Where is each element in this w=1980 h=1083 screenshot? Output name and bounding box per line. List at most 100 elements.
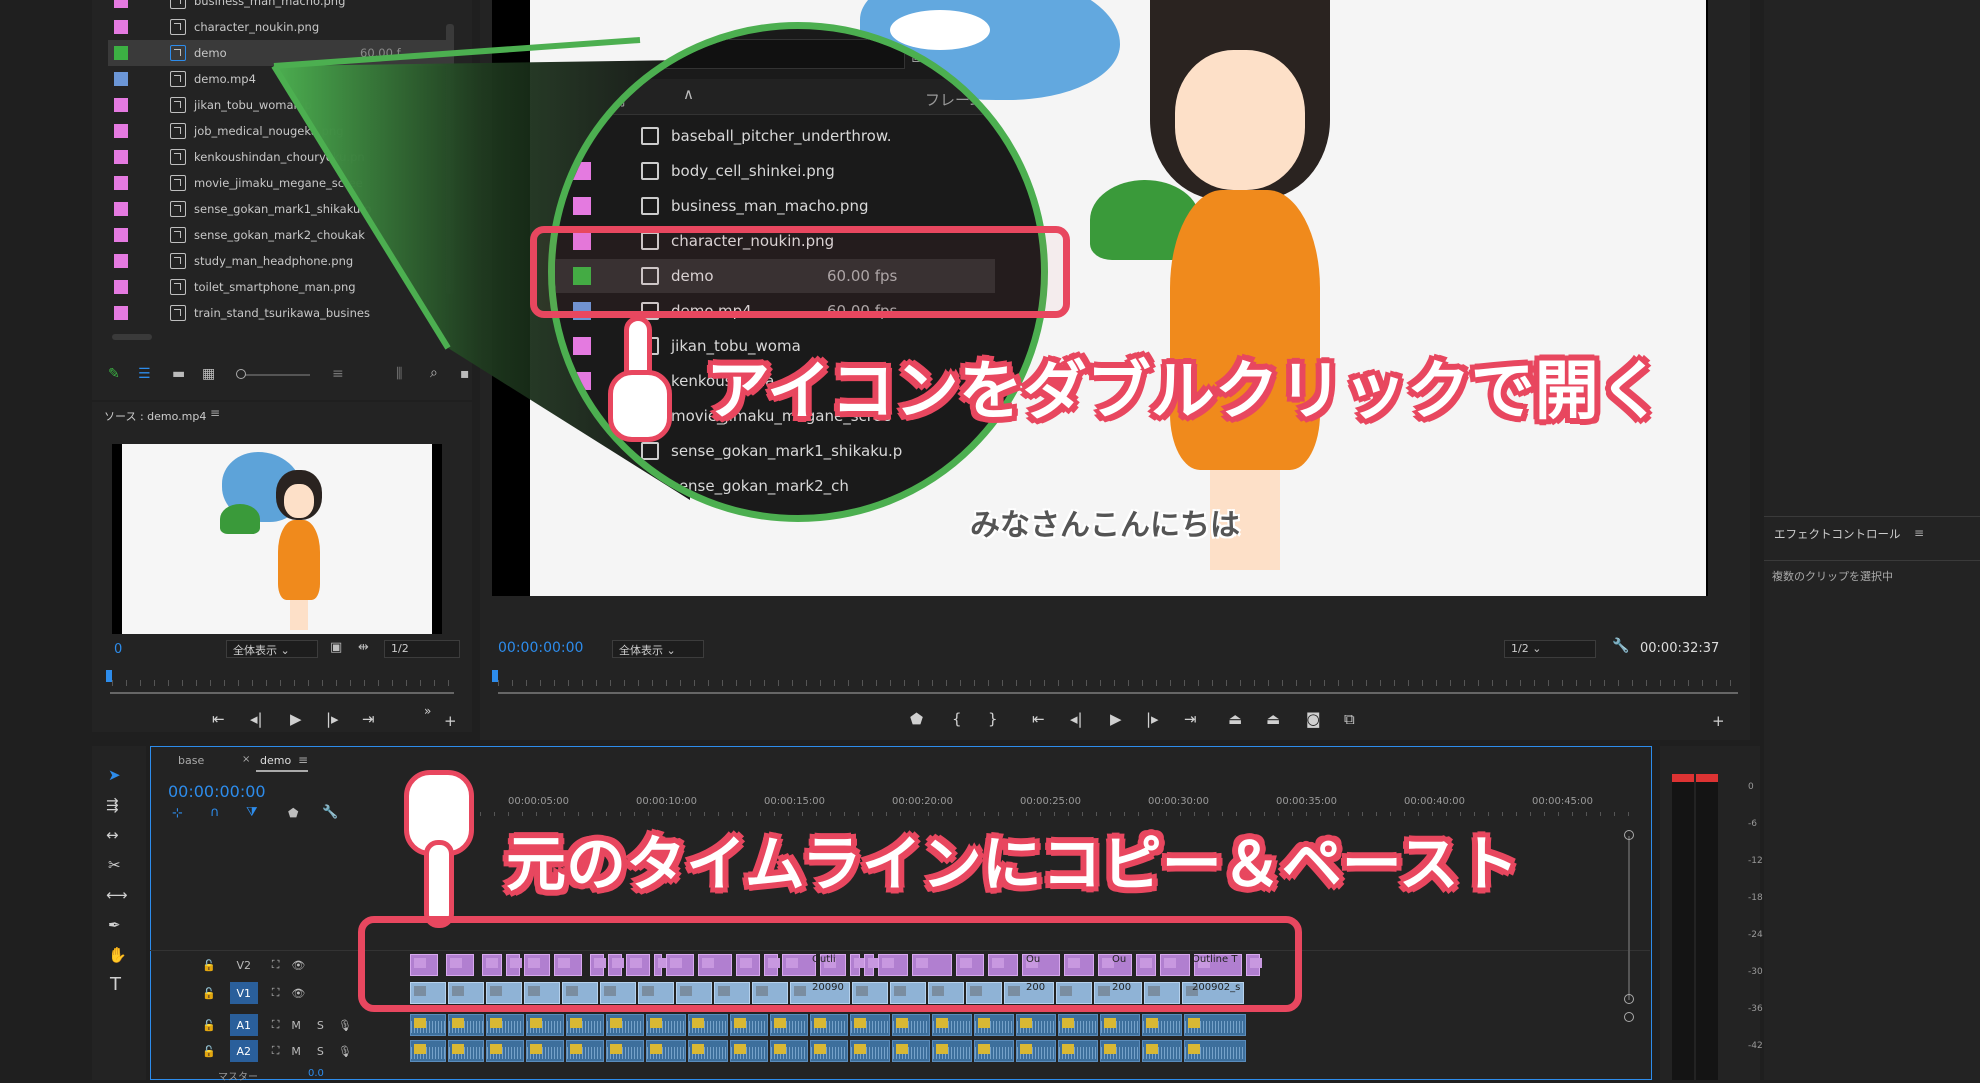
source-ruler[interactable] — [112, 680, 452, 686]
program-ruler[interactable] — [498, 680, 1738, 686]
audio-clip[interactable] — [486, 1040, 524, 1062]
source-resolution-select[interactable]: 1/2 — [384, 640, 460, 658]
export-frame-icon[interactable]: ◙ — [1306, 710, 1321, 728]
audio-clip[interactable] — [810, 1014, 848, 1036]
sync-lock-icon[interactable]: ⛶ — [272, 1018, 280, 1032]
add-marker-icon[interactable]: ⬟ — [288, 806, 298, 820]
track-a2-label[interactable]: A2 — [229, 1040, 258, 1062]
track-a2-header[interactable]: 🔓 A2 ⛶ M S 🎙 — [150, 1038, 405, 1064]
audio-clip[interactable] — [688, 1040, 728, 1062]
sync-lock-icon[interactable]: ⛶ — [272, 1044, 280, 1058]
microphone-icon[interactable]: 🎙 — [338, 1019, 352, 1032]
audio-clip[interactable] — [850, 1014, 890, 1036]
program-scrollbar[interactable] — [498, 692, 1738, 694]
label-color-swatch[interactable] — [573, 337, 591, 355]
go-to-out-icon[interactable]: ⇥ — [1184, 710, 1197, 728]
mark-out-bracket-icon[interactable]: } — [988, 710, 998, 728]
audio-clip[interactable] — [1184, 1040, 1246, 1062]
tab-base[interactable]: base — [178, 754, 204, 767]
audio-clip[interactable] — [1016, 1040, 1056, 1062]
wrench-icon[interactable]: 🔧 — [1612, 638, 1629, 654]
track-a1-header[interactable]: 🔓 A1 ⛶ M S 🎙 — [150, 1012, 405, 1038]
extract-icon[interactable]: ⏏ — [1266, 710, 1280, 728]
eye-icon[interactable]: 👁 — [291, 959, 305, 972]
mag-bin-icon[interactable]: ▣ — [911, 45, 926, 64]
audio-clip[interactable] — [892, 1014, 930, 1036]
mag-item[interactable]: body_cell_shinkei.png — [555, 154, 995, 188]
lock-icon[interactable]: 🔓 — [202, 987, 216, 1000]
audio-clip[interactable] — [892, 1040, 930, 1062]
audio-clip[interactable] — [770, 1040, 808, 1062]
hand-tool-icon[interactable]: ✋ — [108, 946, 127, 964]
audio-clip[interactable] — [526, 1040, 564, 1062]
timeline-vscroll[interactable] — [1628, 836, 1630, 1000]
program-playhead[interactable] — [492, 670, 498, 682]
pen-tool-icon[interactable]: ✒ — [108, 916, 121, 934]
audio-clip[interactable] — [448, 1040, 484, 1062]
step-back-icon[interactable]: ◂| — [1070, 710, 1083, 728]
audio-vscroll-handle[interactable] — [1624, 1012, 1634, 1022]
sync-lock-icon[interactable]: ⛶ — [272, 958, 280, 972]
audio-clip[interactable] — [770, 1014, 808, 1036]
step-back-icon[interactable]: ◂| — [250, 710, 263, 728]
mute-button[interactable]: M — [291, 1045, 301, 1058]
source-playhead[interactable] — [106, 670, 112, 682]
audio-clip[interactable] — [486, 1014, 524, 1036]
label-color-swatch[interactable] — [573, 162, 591, 180]
eye-icon[interactable]: 👁 — [291, 987, 305, 1000]
audio-clip[interactable] — [1058, 1014, 1098, 1036]
audio-clip[interactable] — [850, 1040, 890, 1062]
audio-clip[interactable] — [646, 1040, 686, 1062]
source-scrollbar[interactable] — [110, 692, 454, 694]
go-to-in-icon[interactable]: ⇤ — [1032, 710, 1045, 728]
audio-clip[interactable] — [410, 1040, 446, 1062]
nest-icon[interactable]: ⊹ — [172, 806, 183, 821]
audio-clip[interactable] — [566, 1014, 604, 1036]
add-marker-icon[interactable]: ⬟ — [910, 710, 923, 728]
master-track-value[interactable]: 0.0 — [308, 1068, 324, 1079]
audio-clip[interactable] — [974, 1014, 1014, 1036]
play-icon[interactable]: ▶ — [290, 710, 302, 728]
audio-clip[interactable] — [526, 1014, 564, 1036]
audio-clip[interactable] — [974, 1040, 1014, 1062]
razor-icon[interactable]: ✂ — [108, 856, 121, 874]
insert-icon[interactable]: ⇹ — [358, 640, 369, 655]
audio-clip[interactable] — [1142, 1040, 1182, 1062]
solo-button[interactable]: S — [317, 1019, 324, 1032]
settings-wrench-icon[interactable]: 🔧 — [322, 805, 338, 820]
audio-clip[interactable] — [448, 1014, 484, 1036]
mark-in-icon[interactable]: ⇤ — [212, 710, 225, 728]
audio-clip[interactable] — [646, 1014, 686, 1036]
label-color-swatch[interactable] — [573, 372, 591, 390]
step-forward-icon[interactable]: |▸ — [1146, 710, 1159, 728]
mag-item[interactable]: baseball_pitcher_underthrow. — [555, 119, 995, 153]
program-resolution-select[interactable]: 1/2 ⌄ — [1504, 640, 1596, 658]
add-button-icon[interactable]: + — [1712, 712, 1725, 730]
audio-clip[interactable] — [810, 1040, 848, 1062]
track-v1-label[interactable]: V1 — [229, 982, 258, 1004]
lift-icon[interactable]: ⏏ — [1228, 710, 1242, 728]
vscroll-handle-top[interactable] — [1624, 830, 1634, 840]
selection-tool-icon[interactable]: ➤ — [108, 766, 121, 784]
track-select-icon[interactable]: ⇶ — [106, 796, 119, 814]
audio-clip[interactable] — [410, 1014, 446, 1036]
lock-icon[interactable]: 🔓 — [202, 1045, 216, 1058]
snap-icon[interactable]: ∩ — [210, 805, 220, 820]
audio-clip[interactable] — [932, 1040, 972, 1062]
label-color-swatch[interactable] — [573, 442, 591, 460]
type-tool-icon[interactable]: T — [110, 974, 121, 995]
label-color-swatch[interactable] — [573, 127, 591, 145]
comparison-view-icon[interactable]: ⧉ — [1344, 710, 1355, 728]
tab-demo[interactable]: demo — [260, 754, 291, 767]
audio-clip[interactable] — [730, 1040, 768, 1062]
mute-button[interactable]: M — [291, 1019, 301, 1032]
audio-clip[interactable] — [566, 1040, 604, 1062]
mark-in-bracket-icon[interactable]: { — [952, 710, 962, 728]
solo-button[interactable]: S — [317, 1045, 324, 1058]
ripple-edit-icon[interactable]: ↔ — [106, 826, 119, 844]
label-color-swatch[interactable] — [573, 407, 591, 425]
audio-clip[interactable] — [730, 1014, 768, 1036]
sync-lock-icon[interactable]: ⛶ — [272, 986, 280, 1000]
menu-icon[interactable]: ≡ — [298, 753, 308, 767]
audio-clip[interactable] — [1184, 1014, 1246, 1036]
